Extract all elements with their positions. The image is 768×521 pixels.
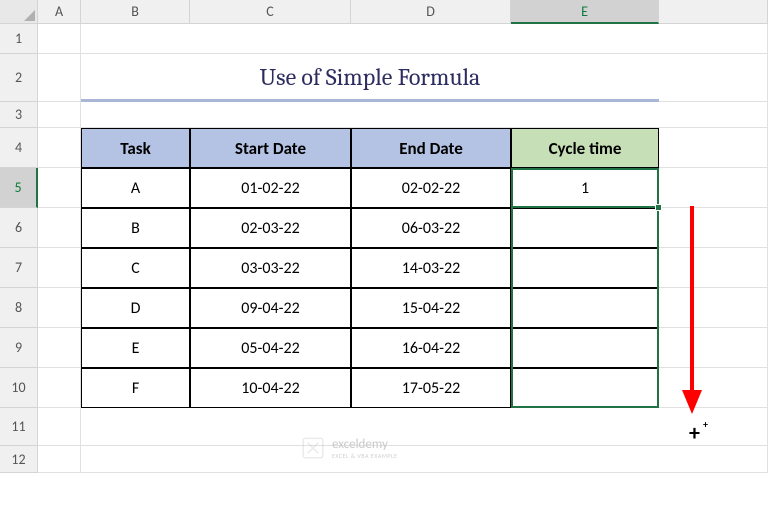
- table-cell-task[interactable]: C: [81, 248, 190, 288]
- sheet-title[interactable]: Use of Simple Formula: [81, 54, 659, 102]
- cell[interactable]: [659, 248, 768, 288]
- cell[interactable]: [38, 168, 81, 208]
- row-header-10[interactable]: 10: [0, 368, 38, 408]
- row-header-3[interactable]: 3: [0, 102, 38, 128]
- row-header-11[interactable]: 11: [0, 408, 38, 446]
- col-header-D[interactable]: D: [351, 0, 511, 24]
- table-cell-start[interactable]: 01-02-22: [190, 168, 351, 208]
- cell[interactable]: [38, 54, 81, 102]
- cell[interactable]: [38, 328, 81, 368]
- cell[interactable]: [81, 408, 768, 446]
- table-cell-start[interactable]: 09-04-22: [190, 288, 351, 328]
- row-header-6[interactable]: 6: [0, 208, 38, 248]
- watermark-brand: exceldemy: [332, 437, 388, 452]
- row-header-7[interactable]: 7: [0, 248, 38, 288]
- table-cell-cycle[interactable]: [511, 248, 659, 288]
- row-header-9[interactable]: 9: [0, 328, 38, 368]
- table-cell-start[interactable]: 05-04-22: [190, 328, 351, 368]
- row-header-8[interactable]: 8: [0, 288, 38, 328]
- table-cell-end[interactable]: 15-04-22: [351, 288, 511, 328]
- cell[interactable]: [38, 102, 81, 128]
- col-header-C[interactable]: C: [190, 0, 351, 24]
- table-cell-cycle[interactable]: [511, 208, 659, 248]
- table-cell-end[interactable]: 02-02-22: [351, 168, 511, 208]
- cell[interactable]: [38, 208, 81, 248]
- select-all-corner[interactable]: [0, 0, 38, 24]
- col-header-A[interactable]: A: [38, 0, 81, 24]
- table-cell-task[interactable]: F: [81, 368, 190, 408]
- spreadsheet-grid: A B C D E 1 2 3 4 5 6 7 8 9 10 11 12 Use…: [0, 0, 768, 473]
- row-header-5[interactable]: 5: [0, 168, 38, 208]
- cell[interactable]: [38, 288, 81, 328]
- watermark: exceldemy EXCEL & VBA EXAMPLE: [300, 435, 397, 461]
- cell[interactable]: [659, 168, 768, 208]
- table-cell-cycle[interactable]: 1: [511, 168, 659, 208]
- header-cycle-time[interactable]: Cycle time: [511, 128, 659, 168]
- cell[interactable]: [659, 328, 768, 368]
- table-cell-start[interactable]: 02-03-22: [190, 208, 351, 248]
- watermark-tag: EXCEL & VBA EXAMPLE: [332, 452, 397, 460]
- cell[interactable]: [38, 408, 81, 446]
- row-header-4[interactable]: 4: [0, 128, 38, 168]
- header-start-date[interactable]: Start Date: [190, 128, 351, 168]
- table-cell-end[interactable]: 06-03-22: [351, 208, 511, 248]
- table-cell-end[interactable]: 17-05-22: [351, 368, 511, 408]
- cell[interactable]: [659, 54, 768, 102]
- cell[interactable]: [38, 446, 81, 473]
- cell[interactable]: [659, 368, 768, 408]
- table-cell-task[interactable]: A: [81, 168, 190, 208]
- cell[interactable]: [81, 446, 768, 473]
- table-cell-start[interactable]: 10-04-22: [190, 368, 351, 408]
- cell[interactable]: [38, 368, 81, 408]
- table-cell-cycle[interactable]: [511, 368, 659, 408]
- cell[interactable]: [81, 24, 768, 54]
- col-header-blank[interactable]: [659, 0, 768, 24]
- row-header-1[interactable]: 1: [0, 24, 38, 54]
- cell[interactable]: [38, 248, 81, 288]
- table-cell-task[interactable]: E: [81, 328, 190, 368]
- table-cell-cycle[interactable]: [511, 328, 659, 368]
- cell[interactable]: [659, 208, 768, 248]
- table-cell-end[interactable]: 14-03-22: [351, 248, 511, 288]
- cell[interactable]: [659, 288, 768, 328]
- table-cell-start[interactable]: 03-03-22: [190, 248, 351, 288]
- table-cell-cycle[interactable]: [511, 288, 659, 328]
- header-end-date[interactable]: End Date: [351, 128, 511, 168]
- cell[interactable]: [38, 24, 81, 54]
- cell[interactable]: [38, 128, 81, 168]
- col-header-E[interactable]: E: [511, 0, 659, 24]
- cell[interactable]: [81, 102, 768, 128]
- row-header-2[interactable]: 2: [0, 54, 38, 102]
- table-cell-task[interactable]: D: [81, 288, 190, 328]
- cell[interactable]: [659, 128, 768, 168]
- table-cell-end[interactable]: 16-04-22: [351, 328, 511, 368]
- row-header-12[interactable]: 12: [0, 446, 38, 473]
- table-cell-task[interactable]: B: [81, 208, 190, 248]
- col-header-B[interactable]: B: [81, 0, 190, 24]
- header-task[interactable]: Task: [81, 128, 190, 168]
